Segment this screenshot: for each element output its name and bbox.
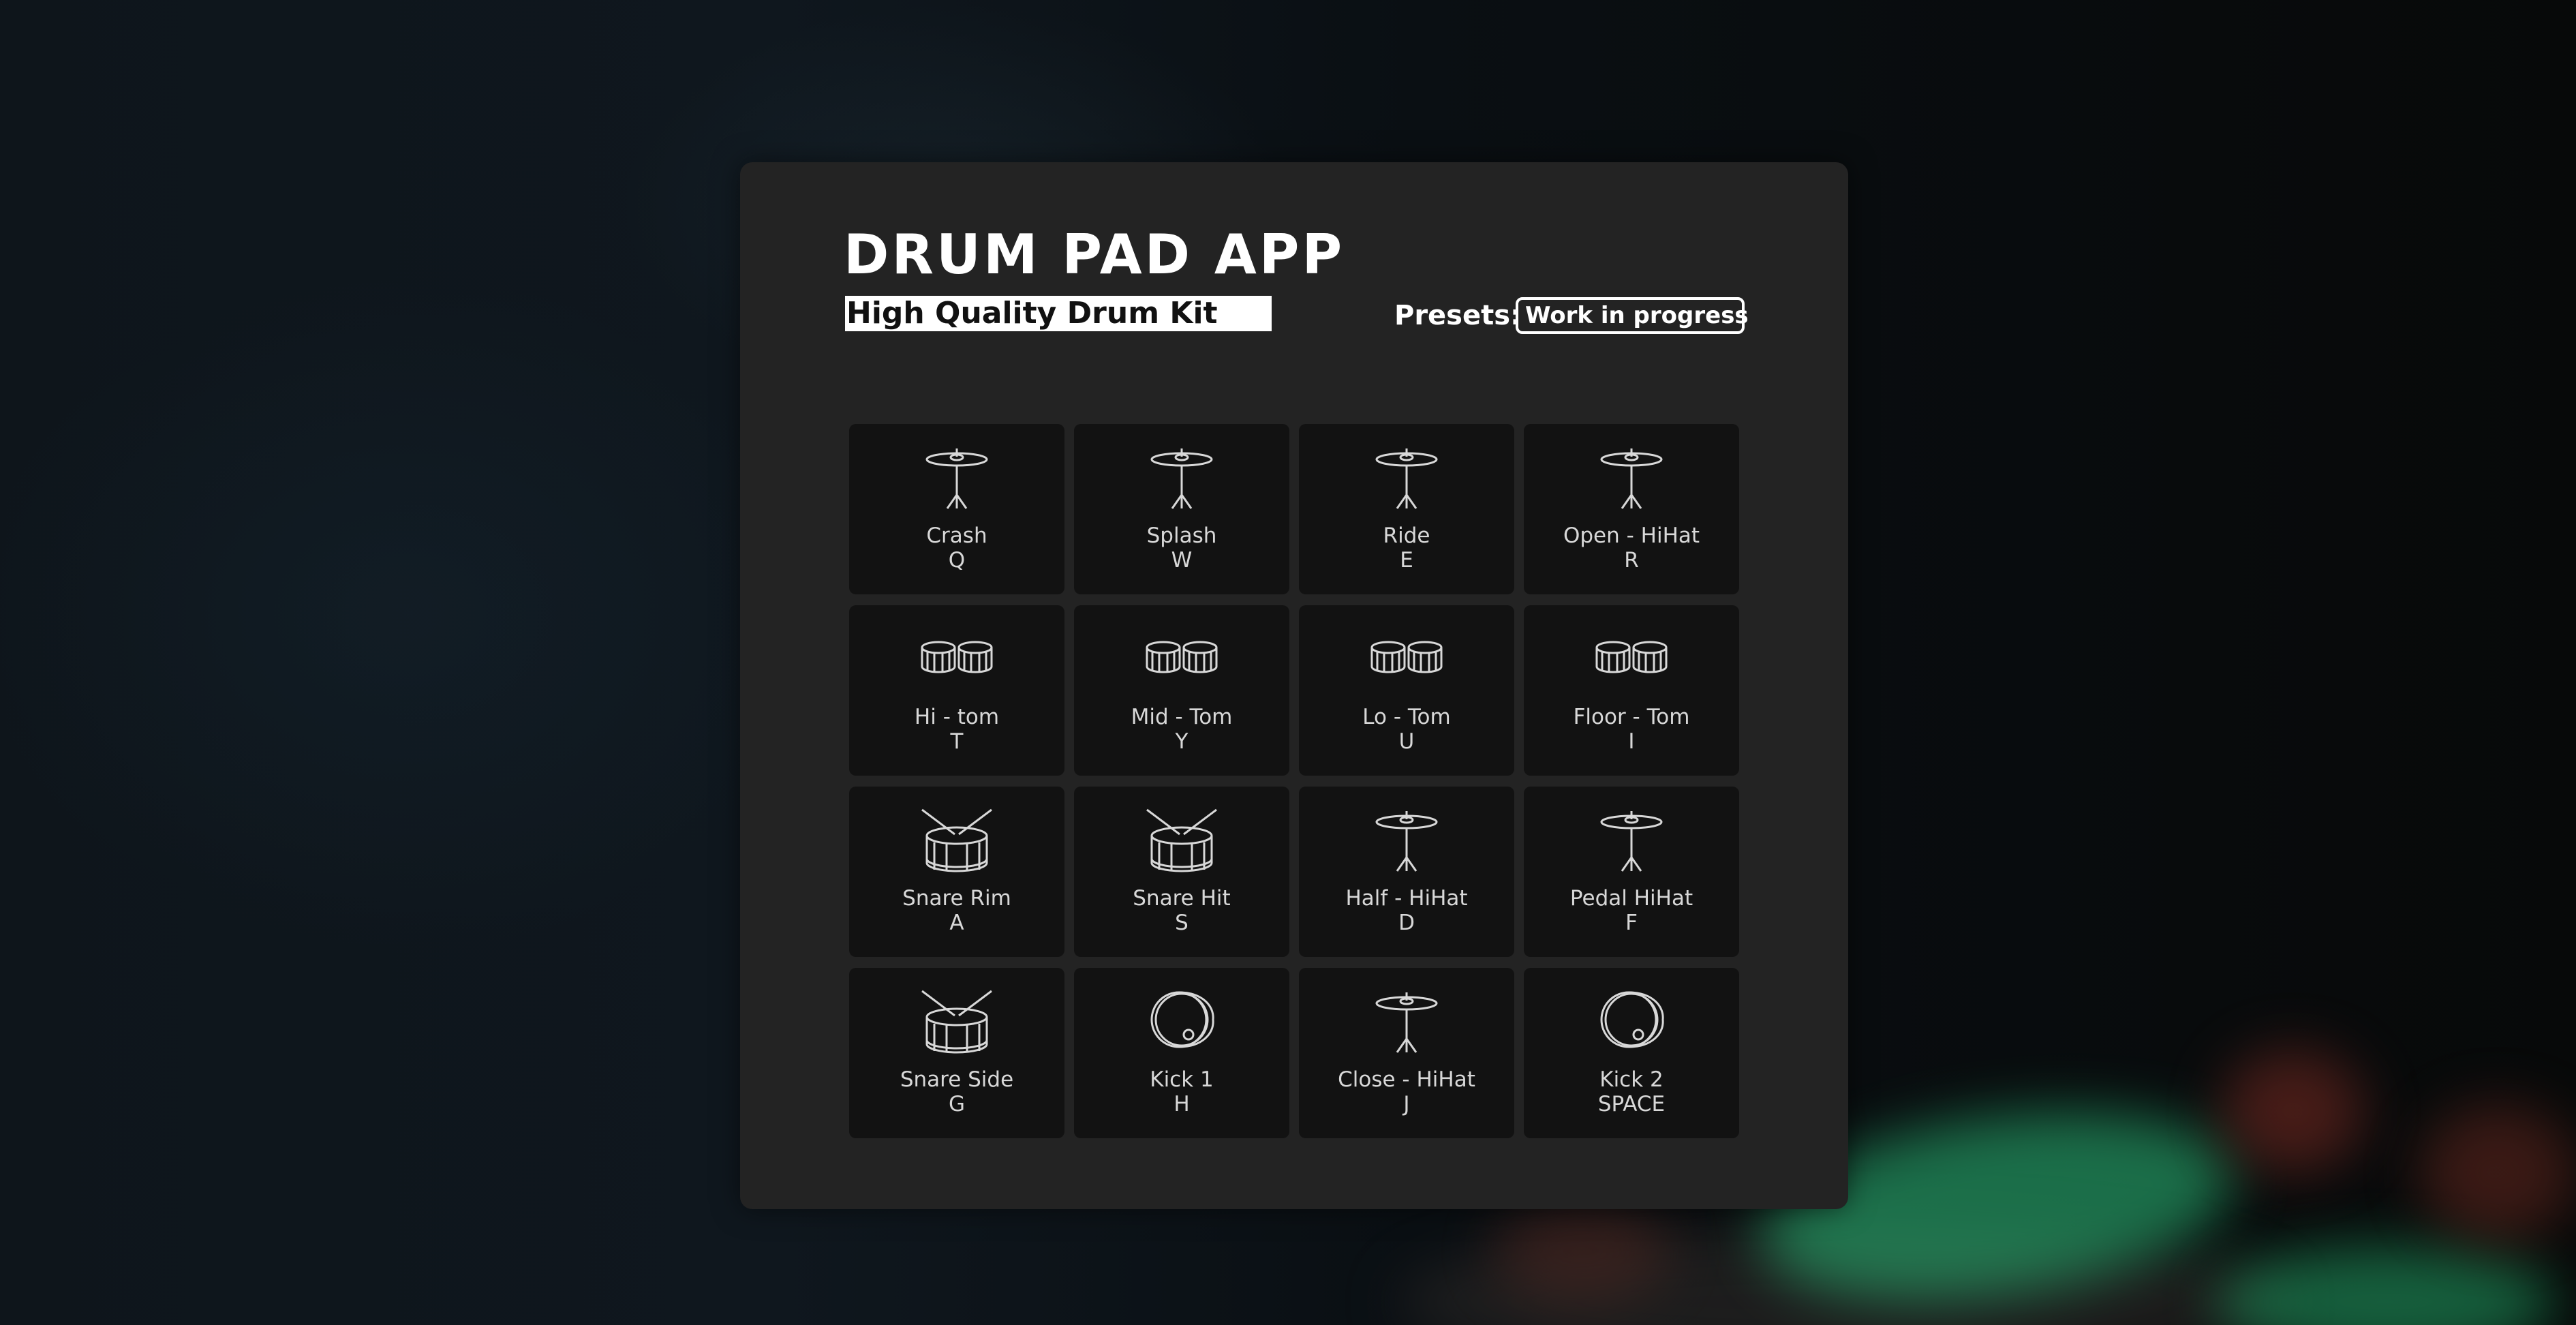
cymbal-icon [1375, 448, 1438, 509]
drum-pad[interactable]: Kick 1H [1074, 968, 1289, 1138]
drum-pad[interactable]: Lo - Tom U [1299, 605, 1514, 776]
cymbal-icon [925, 448, 988, 509]
tom-drums-icon [1595, 641, 1668, 673]
drum-pad-key: SPACE [1597, 1092, 1666, 1116]
drum-pad-label: Mid - Tom [1131, 705, 1233, 729]
drum-pad-key: H [1174, 1092, 1190, 1116]
tom-drums-icon [1370, 641, 1443, 673]
drum-pad-label: Half - HiHat [1345, 886, 1468, 911]
drum-pad-label: Lo - Tom [1362, 705, 1451, 729]
snare-drum-icon [921, 808, 992, 872]
drum-pad[interactable]: Close - HiHat J [1299, 968, 1514, 1138]
cymbal-icon [1600, 811, 1663, 872]
drum-pad-key: U [1398, 729, 1415, 754]
drum-pad-label: Pedal HiHat [1569, 886, 1693, 911]
drum-pad-key: G [948, 1092, 966, 1116]
drum-pad-key: A [949, 911, 964, 935]
drum-pad-key: Y [1175, 729, 1189, 754]
drum-pad[interactable]: Open - HiHat R [1524, 424, 1739, 594]
drum-pad-label: Snare Side [900, 1067, 1014, 1092]
drum-pad-label: Kick 1 [1150, 1067, 1214, 1092]
drum-pad-key: F [1625, 911, 1638, 935]
background-blur [2419, 1104, 2576, 1240]
drum-pad-label: Crash [926, 523, 987, 548]
drum-pad[interactable]: Splash W [1074, 424, 1289, 594]
drum-pad-label: Floor - Tom [1573, 705, 1690, 729]
cymbal-icon [1375, 811, 1438, 872]
drum-pad-label: Kick 2 [1599, 1067, 1663, 1092]
drum-pad-label: Snare Hit [1133, 886, 1231, 911]
presets-label: Presets: [1394, 300, 1522, 331]
drum-pad[interactable]: Snare Rim A [849, 787, 1064, 957]
drum-pad-key: E [1400, 548, 1413, 573]
kick-drum-icon [1150, 991, 1214, 1048]
drum-pad[interactable]: Mid - Tom Y [1074, 605, 1289, 776]
presets-selected-value: Work in progress [1525, 302, 1749, 329]
cymbal-icon [1375, 992, 1438, 1053]
drum-pad-label: Close - HiHat [1338, 1067, 1475, 1092]
app-title: DRUM PAD APP [844, 223, 1345, 286]
drum-pad-key: W [1171, 548, 1193, 573]
drum-pad-label: Splash [1146, 523, 1217, 548]
background-blur [1492, 1200, 1670, 1302]
snare-drum-icon [1146, 808, 1217, 872]
drum-pad[interactable]: Pedal HiHat F [1524, 787, 1739, 957]
drum-pad[interactable]: Hi - tom T [849, 605, 1064, 776]
drum-pad-key: T [950, 729, 964, 754]
presets-select[interactable]: Work in progress [1516, 297, 1749, 334]
drum-pad-label: Ride [1383, 523, 1430, 548]
drum-pad-label: Snare Rim [902, 886, 1011, 911]
tom-drums-icon [921, 641, 993, 673]
background-blur [2222, 1050, 2365, 1172]
drum-pad[interactable]: Kick 2 SPACE [1524, 968, 1739, 1138]
drum-pad[interactable]: Snare Hit S [1074, 787, 1289, 957]
drum-pad-key: R [1624, 548, 1639, 573]
app-subtitle: High Quality Drum Kit [845, 296, 1272, 331]
drum-pad-label: Open - HiHat [1563, 523, 1700, 548]
drum-pad[interactable]: Crash Q [849, 424, 1064, 594]
drum-pad-key: S [1175, 911, 1189, 935]
drum-pad[interactable]: Half - HiHat D [1299, 787, 1514, 957]
drum-pad-key: Q [948, 548, 966, 573]
drum-pad-key: J [1403, 1092, 1410, 1116]
drum-pad-label: Hi - tom [914, 705, 1000, 729]
kick-drum-icon [1600, 991, 1664, 1048]
cymbal-icon [1150, 448, 1213, 509]
drum-pad[interactable]: Snare Side G [849, 968, 1064, 1138]
drum-pad-key: D [1398, 911, 1415, 935]
cymbal-icon [1600, 448, 1663, 509]
drum-machine-panel: DRUM PAD APP High Quality Drum Kit Prese… [740, 162, 1848, 1209]
snare-drum-icon [921, 990, 992, 1054]
drum-pad-key: I [1628, 729, 1635, 754]
tom-drums-icon [1146, 641, 1218, 673]
drum-pad-grid: Crash Q Splash W Ride E Open - HiHat R H… [849, 424, 1741, 1138]
drum-pad[interactable]: Floor - Tom I [1524, 605, 1739, 776]
drum-pad[interactable]: Ride E [1299, 424, 1514, 594]
